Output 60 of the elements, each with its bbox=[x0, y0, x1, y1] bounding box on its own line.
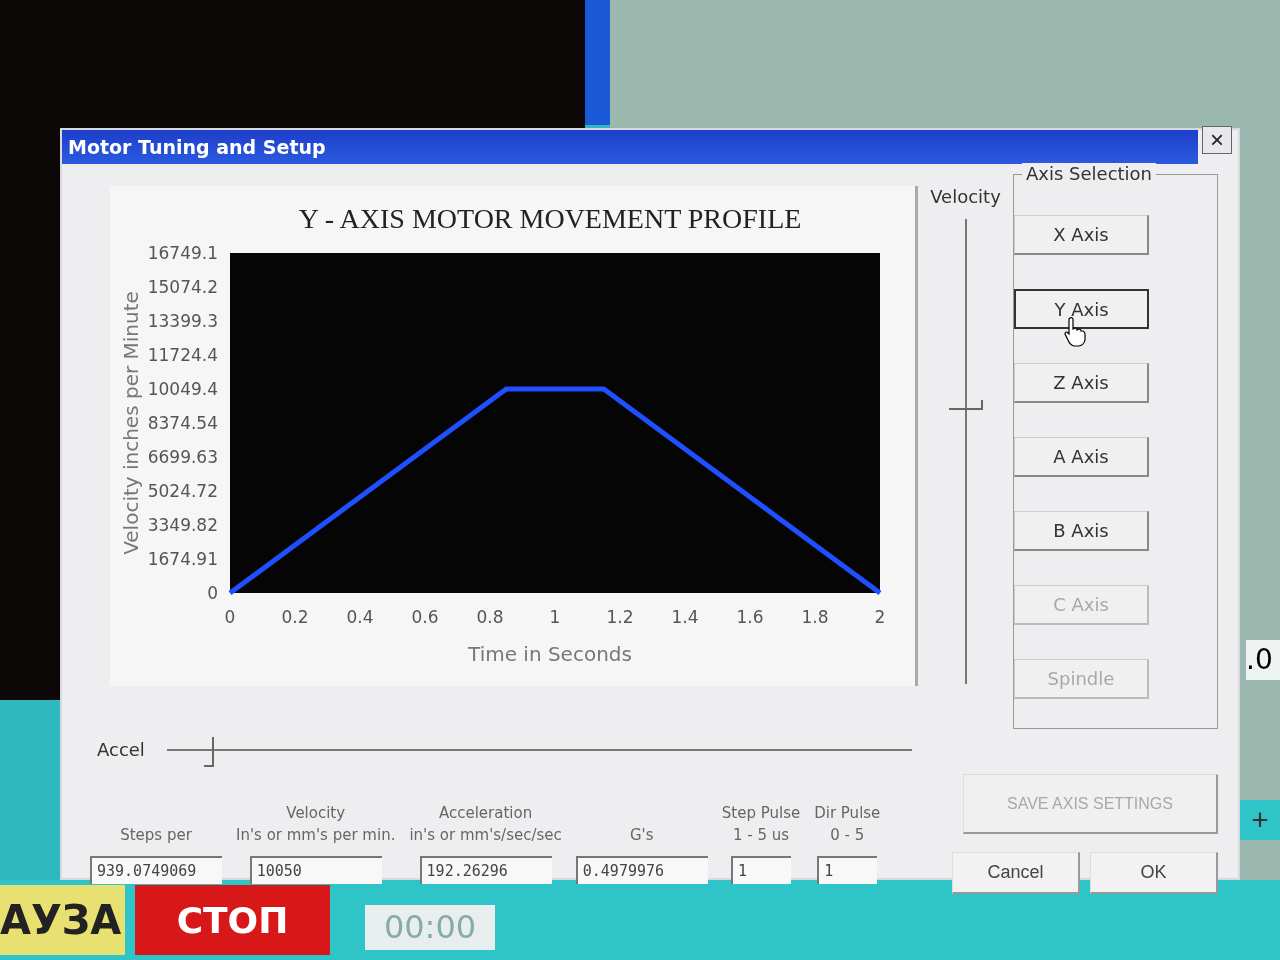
axis-button[interactable]: X Axis bbox=[1014, 215, 1149, 255]
x-tick-label: 1.8 bbox=[801, 607, 829, 627]
y-tick-label: 5024.72 bbox=[147, 481, 218, 501]
axis-button[interactable]: A Axis bbox=[1014, 437, 1149, 477]
x-tick-label: 0.4 bbox=[346, 607, 374, 627]
y-axis-label: Velocity inches per Minute bbox=[119, 291, 143, 555]
stop-button[interactable]: СТОП bbox=[135, 885, 330, 955]
x-axis-label: Time in Seconds bbox=[468, 642, 632, 666]
x-tick-label: 1.4 bbox=[671, 607, 699, 627]
x-tick-label: 0.2 bbox=[281, 607, 309, 627]
y-tick-label: 0 bbox=[207, 583, 218, 603]
field-label: Step Pulse bbox=[721, 803, 801, 824]
velocity-label: Velocity bbox=[930, 186, 1001, 207]
input-field[interactable]: 1 bbox=[817, 856, 878, 884]
axis-button[interactable]: Z Axis bbox=[1014, 363, 1149, 403]
x-tick-label: 2 bbox=[874, 607, 886, 627]
field-label: 0 - 5 bbox=[830, 825, 865, 846]
x-tick-label: 1.6 bbox=[736, 607, 764, 627]
input-field[interactable]: 192.26296 bbox=[419, 856, 552, 884]
y-tick-label: 8374.54 bbox=[147, 413, 218, 433]
y-tick-label: 16749.1 bbox=[147, 243, 218, 263]
x-tick-label: 0.8 bbox=[476, 607, 504, 627]
y-tick-label: 1674.91 bbox=[147, 549, 218, 569]
y-tick-label: 3349.82 bbox=[147, 515, 218, 535]
field-label: 1 - 5 us bbox=[732, 825, 790, 846]
x-tick-label: 1.2 bbox=[606, 607, 634, 627]
dialog-button[interactable]: OK bbox=[1090, 852, 1218, 894]
input-field[interactable]: 1 bbox=[730, 856, 791, 884]
y-tick-label: 13399.3 bbox=[147, 311, 218, 331]
plus-button[interactable]: + bbox=[1240, 800, 1280, 840]
field-label: Steps per bbox=[120, 825, 192, 846]
chart-title: Y - AXIS MOTOR MOVEMENT PROFILE bbox=[298, 203, 802, 234]
dialog-button[interactable]: Cancel bbox=[952, 852, 1080, 894]
value-display: .0 bbox=[1246, 640, 1280, 680]
input-field[interactable]: 10050 bbox=[249, 856, 382, 884]
axis-button[interactable]: B Axis bbox=[1014, 511, 1149, 551]
x-tick-label: 0 bbox=[224, 607, 236, 627]
pause-button[interactable]: АУЗА bbox=[0, 885, 125, 955]
close-button[interactable]: × bbox=[1202, 126, 1232, 154]
axis-button[interactable]: Y Axis bbox=[1014, 289, 1149, 329]
field-label: In's or mm's per min. bbox=[236, 825, 396, 846]
x-tick-label: 0.6 bbox=[411, 607, 439, 627]
y-tick-label: 6699.63 bbox=[147, 447, 218, 467]
field-label: Dir Pulse bbox=[814, 803, 881, 824]
field-label: Velocity bbox=[286, 803, 346, 824]
accel-label: Accel bbox=[97, 739, 146, 760]
timer-display: 00:00 bbox=[365, 905, 495, 950]
accel-slider-thumb[interactable] bbox=[204, 736, 215, 767]
field-label: in's or mm's/sec/sec bbox=[409, 825, 562, 846]
x-tick-label: 1 bbox=[549, 607, 561, 627]
y-tick-label: 11724.4 bbox=[147, 345, 218, 365]
field-label: Acceleration bbox=[439, 803, 533, 824]
velocity-slider-thumb[interactable] bbox=[948, 399, 983, 410]
input-field[interactable]: 0.4979976 bbox=[575, 856, 708, 884]
y-tick-label: 15074.2 bbox=[147, 277, 218, 297]
hand-cursor-icon bbox=[1064, 317, 1086, 347]
window-title: Motor Tuning and Setup bbox=[68, 136, 326, 158]
y-tick-label: 10049.4 bbox=[147, 379, 218, 399]
input-field[interactable]: 939.0749069 bbox=[90, 856, 222, 884]
field-label: G's bbox=[630, 825, 654, 846]
